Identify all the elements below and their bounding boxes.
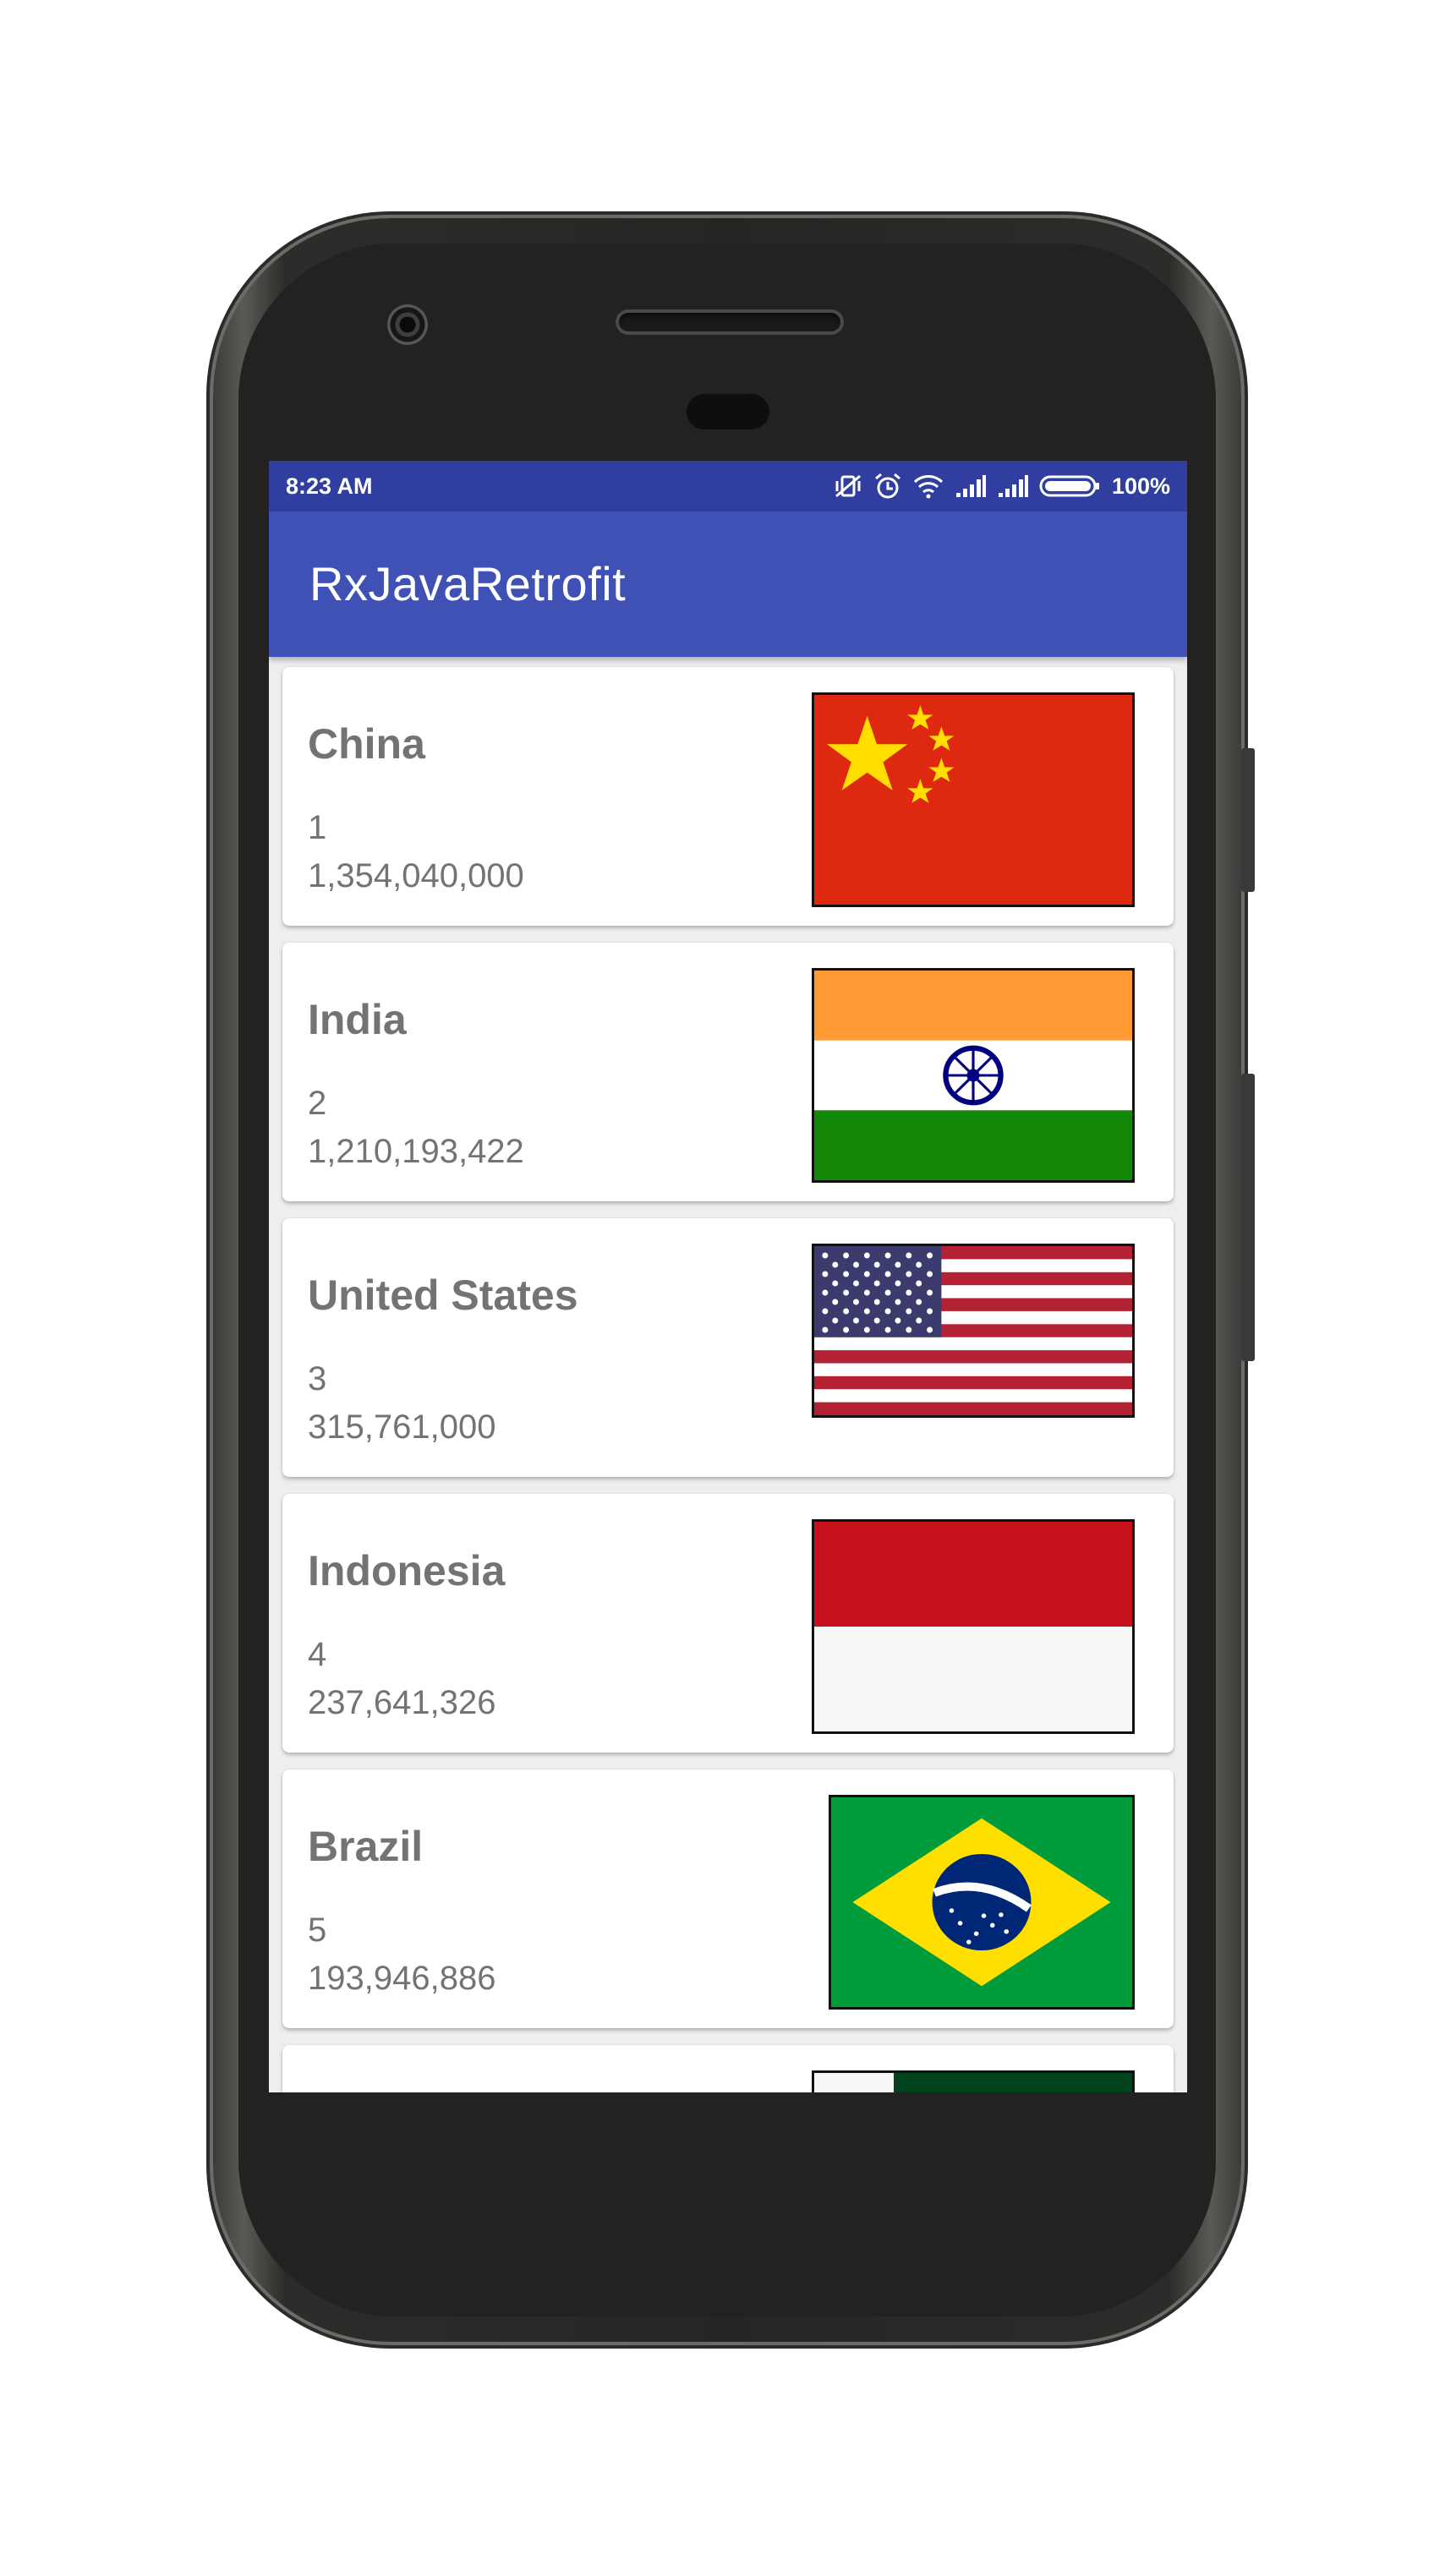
country-card[interactable]: China 1 1,354,040,000 [282, 667, 1174, 926]
country-rank: 4 [308, 1636, 327, 1673]
signal-icon [998, 475, 1028, 497]
screen: 8:23 AM 100% RxJavaRetrofit China 1 1,35… [269, 461, 1187, 2092]
pakistan-flag [812, 2070, 1135, 2092]
country-name: China [308, 720, 425, 768]
volume-button [1241, 1074, 1255, 1361]
country-card[interactable]: Brazil 5 193,946,886 [282, 1769, 1174, 2028]
country-card[interactable]: Indonesia 4 237,641,326 [282, 1494, 1174, 1753]
wifi-icon [913, 475, 943, 499]
usa-flag [812, 1244, 1135, 1418]
country-population: 193,946,886 [308, 1960, 496, 1997]
country-card[interactable]: India 2 1,210,193,422 [282, 943, 1174, 1201]
status-bar: 8:23 AM 100% [269, 461, 1187, 511]
country-population: 1,354,040,000 [308, 857, 524, 894]
app-title: RxJavaRetrofit [309, 557, 627, 610]
app-toolbar: RxJavaRetrofit [269, 511, 1187, 657]
status-icons: 100% [833, 472, 1170, 500]
country-rank: 2 [308, 1085, 327, 1122]
country-population: 1,210,193,422 [308, 1133, 524, 1170]
indonesia-flag [812, 1519, 1135, 1734]
battery-percent: 100% [1111, 473, 1170, 499]
alarm-icon [874, 473, 900, 499]
earpiece-speaker [616, 309, 844, 335]
country-card[interactable] [282, 2045, 1174, 2092]
country-card[interactable]: United States 3 315,761,000 [282, 1218, 1174, 1477]
proximity-sensor [687, 394, 769, 429]
battery-icon [1039, 475, 1099, 497]
country-population: 237,641,326 [308, 1684, 496, 1721]
brazil-flag [829, 1795, 1135, 2010]
country-name: Indonesia [308, 1547, 506, 1594]
country-rank: 5 [308, 1911, 327, 1949]
power-button [1241, 748, 1255, 892]
vibrate-off-icon [835, 474, 861, 498]
country-rank: 1 [308, 809, 327, 846]
country-name: Brazil [308, 1823, 424, 1870]
country-rank: 3 [308, 1360, 327, 1397]
india-flag [812, 968, 1135, 1183]
signal-icon [955, 475, 986, 497]
country-name: India [308, 996, 407, 1043]
china-flag [812, 692, 1135, 907]
status-time: 8:23 AM [286, 473, 373, 499]
country-population: 315,761,000 [308, 1408, 496, 1446]
front-camera [387, 304, 428, 345]
country-name: United States [308, 1272, 578, 1319]
